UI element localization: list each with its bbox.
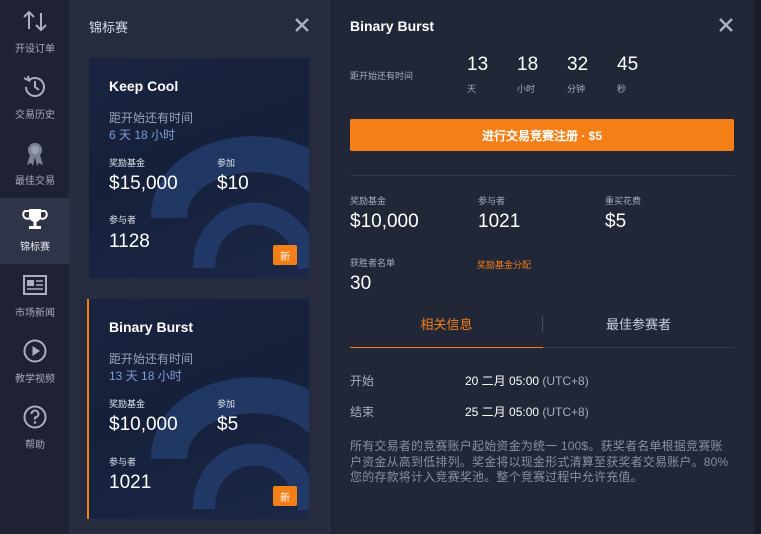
winners-value: 30 (350, 273, 372, 294)
card-prize-label: 奖励基金 (109, 399, 146, 409)
sidebar-item-tutorial-videos[interactable]: 教学视频 (0, 330, 70, 396)
play-circle-icon (23, 339, 47, 363)
sidebar-item-label: 市场新闻 (15, 308, 55, 319)
end-label: 结束 (350, 405, 375, 419)
card-prize-value: $15,000 (109, 173, 178, 194)
sidebar-item-label: 锦标赛 (20, 242, 50, 253)
sidebar-item-open-orders[interactable]: 开设订单 (0, 0, 70, 66)
sort-arrows-icon (23, 10, 47, 32)
question-circle-icon (23, 405, 47, 429)
winners-label: 获胜者名单 (350, 258, 396, 268)
rebuy-cost-label: 重买花费 (605, 196, 642, 206)
countdown-seconds: 45 (617, 54, 639, 75)
countdown-days-unit: 天 (467, 84, 477, 94)
card-title: Keep Cool (109, 78, 179, 94)
countdown-hours: 18 (517, 54, 539, 75)
card-prize-label: 奖励基金 (109, 158, 146, 168)
history-clock-icon (23, 75, 45, 97)
close-list-button[interactable] (293, 16, 311, 34)
sidebar-item-market-news[interactable]: 市场新闻 (0, 264, 70, 330)
countdown-minutes: 32 (567, 54, 589, 75)
card-prize-value: $10,000 (109, 414, 178, 435)
card-fee-label: 参加 (217, 158, 236, 168)
new-badge: 新 (273, 245, 297, 265)
sidebar-item-label: 开设订单 (15, 44, 55, 55)
card-participants-value: 1128 (109, 231, 150, 252)
tournament-card-binary-burst[interactable]: Binary Burst 距开始还有时间 13 天 18 小时 奖励基金 $10… (87, 299, 309, 519)
tournament-detail-panel: Binary Burst 距开始还有时间 13 天 18 小时 32 分钟 45… (331, 0, 755, 534)
countdown-hours-unit: 小时 (517, 84, 536, 94)
close-detail-button[interactable] (717, 16, 735, 34)
card-fee-label: 参加 (217, 399, 236, 409)
participants-value: 1021 (478, 211, 521, 232)
tournament-description: 所有交易者的竞赛账户起始资金为统一 100$。获奖者名单根据竞赛账户资金从高到低… (350, 439, 729, 484)
sidebar-item-label: 最佳交易 (15, 176, 55, 187)
end-value: 25 二月 05:00 (UTC+8) (465, 403, 589, 420)
start-value: 20 二月 05:00 (UTC+8) (465, 372, 589, 389)
right-edge-strip (755, 0, 761, 534)
close-icon (719, 18, 733, 32)
tournament-card-keep-cool[interactable]: Keep Cool 距开始还有时间 6 天 18 小时 奖励基金 $15,000… (89, 58, 309, 278)
participants-label: 参与者 (478, 196, 506, 206)
start-date: 20 二月 05:00 (465, 374, 540, 388)
panel-title: 锦标赛 (89, 20, 129, 35)
prize-fund-value: $10,000 (350, 211, 419, 232)
countdown-label: 距开始还有时间 (350, 71, 414, 81)
register-tournament-button[interactable]: 进行交易竞赛注册 · $5 (350, 119, 734, 151)
tab-underline (543, 347, 734, 348)
tab-info[interactable]: 相关信息 (350, 314, 543, 348)
newspaper-icon (23, 275, 47, 295)
tab-best-participants[interactable]: 最佳参赛者 (543, 314, 734, 348)
card-time-left: 13 天 18 小时 (109, 369, 182, 383)
new-badge: 新 (273, 486, 297, 506)
end-date: 25 二月 05:00 (465, 405, 540, 419)
sidebar-item-label: 交易历史 (15, 110, 55, 121)
card-fee-value: $10 (217, 173, 249, 194)
sidebar-item-trade-history[interactable]: 交易历史 (0, 66, 70, 132)
card-fee-value: $5 (217, 414, 239, 435)
card-until-label: 距开始还有时间 (109, 111, 194, 125)
start-label: 开始 (350, 374, 375, 388)
sidebar-item-help[interactable]: 帮助 (0, 396, 70, 462)
detail-title: Binary Burst (350, 18, 435, 34)
countdown-days: 13 (467, 54, 489, 75)
main-sidebar: 开设订单 交易历史 最佳交易 锦标赛 市场新闻 教学视频 帮助 (0, 0, 70, 534)
sidebar-item-best-trades[interactable]: 最佳交易 (0, 132, 70, 198)
end-timezone: (UTC+8) (542, 405, 589, 419)
start-timezone: (UTC+8) (542, 374, 589, 388)
card-participants-label: 参与者 (109, 215, 137, 225)
divider (350, 175, 734, 176)
countdown-minutes-unit: 分钟 (567, 84, 586, 94)
trophy-icon (22, 209, 48, 229)
prize-fund-label: 奖励基金 (350, 196, 387, 206)
sidebar-item-tournaments[interactable]: 锦标赛 (0, 198, 70, 264)
award-ribbon-icon (27, 143, 43, 166)
tournament-list-panel: 锦标赛 Keep Cool 距开始还有时间 6 天 18 小时 奖励基金 $15… (70, 0, 330, 534)
sidebar-item-label: 教学视频 (15, 374, 55, 385)
close-icon (295, 18, 309, 32)
card-time-left: 6 天 18 小时 (109, 128, 176, 142)
card-until-label: 距开始还有时间 (109, 352, 194, 366)
card-title: Binary Burst (109, 319, 194, 335)
rebuy-cost-value: $5 (605, 211, 627, 232)
countdown-seconds-unit: 秒 (617, 84, 627, 94)
prize-distribution-link[interactable]: 奖励基金分配 (477, 258, 531, 271)
sidebar-item-label: 帮助 (25, 440, 45, 451)
card-participants-value: 1021 (109, 472, 152, 493)
card-participants-label: 参与者 (109, 457, 137, 467)
